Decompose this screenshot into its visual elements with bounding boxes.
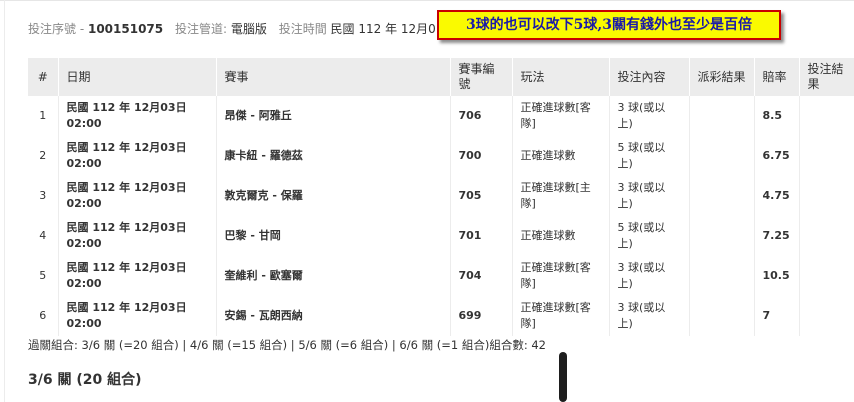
row-date: 民國 112 年 12月03日 xyxy=(66,181,187,194)
row-date: 民國 112 年 12月03日 xyxy=(66,261,187,274)
row-index: 1 xyxy=(28,96,59,136)
table-row: 2 民國 112 年 12月03日 02:00 康卡紐 - 羅德茲 700 正確進… xyxy=(28,136,854,176)
row-match-code: 701 xyxy=(450,216,513,256)
scrollbar-thumb[interactable] xyxy=(559,352,567,402)
table-header-row: # 日期 賽事 賽事編號 玩法 投注內容 派彩結果 賠率 投注結果 xyxy=(28,58,854,96)
row-bet-content: 3 球(或以上) xyxy=(609,96,690,136)
channel-label: 投注管道: xyxy=(174,22,228,36)
header-date: 日期 xyxy=(58,58,217,96)
row-odds: 10.5 xyxy=(754,256,800,296)
row-bet-content: 3 球(或以上) xyxy=(609,176,690,216)
row-index: 5 xyxy=(28,256,59,296)
table-row: 4 民國 112 年 12月03日 02:00 巴黎 - 甘岡 701 正確進球數… xyxy=(28,216,854,256)
annotation-note: 3球的也可以改下5球,3關有錢外也至少是百倍 xyxy=(437,10,781,40)
row-payout-result xyxy=(689,256,755,296)
parlay-summary: 過關組合: 3/6 關 (=20 組合) | 4/6 關 (=15 組合) | … xyxy=(28,338,546,352)
row-bet-result xyxy=(799,176,854,216)
row-play-type: 正確進球數[主隊] xyxy=(512,176,610,216)
row-play-type: 正確進球數 xyxy=(512,136,610,176)
row-bet-content: 5 球(或以上) xyxy=(609,136,690,176)
bet-info-bar: 投注序號 - 100151075 投注管道: 電腦版 投注時間 民國 112 年… xyxy=(28,20,455,37)
row-time: 02:00 xyxy=(66,197,102,210)
row-match-code: 699 xyxy=(450,296,513,336)
header-play-type: 玩法 xyxy=(512,58,610,96)
row-payout-result xyxy=(689,96,755,136)
row-bet-result xyxy=(799,136,854,176)
row-match: 奎維利 - 歐塞爾 xyxy=(216,256,451,296)
row-datetime: 民國 112 年 12月03日 02:00 xyxy=(58,296,217,336)
table-row: 1 民國 112 年 12月03日 02:00 昂傑 - 阿雅丘 706 正確進球… xyxy=(28,96,854,136)
row-time: 02:00 xyxy=(66,237,102,250)
header-index: # xyxy=(28,58,59,96)
row-play-type: 正確進球數[客隊] xyxy=(512,296,610,336)
row-bet-content: 5 球(或以上) xyxy=(609,216,690,256)
row-match-code: 704 xyxy=(450,256,513,296)
row-payout-result xyxy=(689,136,755,176)
header-bet-result: 投注結果 xyxy=(799,58,854,96)
row-datetime: 民國 112 年 12月03日 02:00 xyxy=(58,216,217,256)
top-divider xyxy=(0,0,854,1)
row-index: 4 xyxy=(28,216,59,256)
row-match: 巴黎 - 甘岡 xyxy=(216,216,451,256)
row-time: 02:00 xyxy=(66,317,102,330)
serial-value: 100151075 xyxy=(87,22,164,36)
header-odds: 賠率 xyxy=(754,58,800,96)
row-bet-result xyxy=(799,296,854,336)
time-label: 投注時間 xyxy=(278,22,327,36)
row-bet-result xyxy=(799,256,854,296)
header-match: 賽事 xyxy=(216,58,451,96)
row-index: 3 xyxy=(28,176,59,216)
section-title: 3/6 關 (20 組合) xyxy=(28,372,142,388)
serial-label: 投注序號 - xyxy=(28,22,85,36)
row-time: 02:00 xyxy=(66,277,102,290)
row-odds: 8.5 xyxy=(754,96,800,136)
row-datetime: 民國 112 年 12月03日 02:00 xyxy=(58,176,217,216)
table-row: 5 民國 112 年 12月03日 02:00 奎維利 - 歐塞爾 704 正確進… xyxy=(28,256,854,296)
row-match-code: 705 xyxy=(450,176,513,216)
row-index: 2 xyxy=(28,136,59,176)
row-time: 02:00 xyxy=(66,117,102,130)
row-bet-content: 3 球(或以上) xyxy=(609,256,690,296)
row-datetime: 民國 112 年 12月03日 02:00 xyxy=(58,136,217,176)
row-date: 民國 112 年 12月03日 xyxy=(66,301,187,314)
row-match: 康卡紐 - 羅德茲 xyxy=(216,136,451,176)
header-payout-result: 派彩結果 xyxy=(689,58,755,96)
row-date: 民國 112 年 12月03日 xyxy=(66,101,187,114)
row-play-type: 正確進球數[客隊] xyxy=(512,96,610,136)
row-datetime: 民國 112 年 12月03日 02:00 xyxy=(58,96,217,136)
row-match-code: 700 xyxy=(450,136,513,176)
left-divider xyxy=(4,0,5,402)
header-match-code: 賽事編號 xyxy=(450,58,513,96)
header-bet-content: 投注內容 xyxy=(609,58,690,96)
row-payout-result xyxy=(689,216,755,256)
row-odds: 6.75 xyxy=(754,136,800,176)
row-match-code: 706 xyxy=(450,96,513,136)
bet-detail-table: # 日期 賽事 賽事編號 玩法 投注內容 派彩結果 賠率 投注結果 1 民國 1… xyxy=(28,58,854,336)
row-match: 安錫 - 瓦朗西納 xyxy=(216,296,451,336)
row-odds: 7 xyxy=(754,296,800,336)
row-date: 民國 112 年 12月03日 xyxy=(66,221,187,234)
row-match: 昂傑 - 阿雅丘 xyxy=(216,96,451,136)
table-row: 3 民國 112 年 12月03日 02:00 敦克爾克 - 保羅 705 正確進… xyxy=(28,176,854,216)
row-payout-result xyxy=(689,296,755,336)
row-play-type: 正確進球數 xyxy=(512,216,610,256)
row-time: 02:00 xyxy=(66,157,102,170)
row-bet-result xyxy=(799,96,854,136)
row-payout-result xyxy=(689,176,755,216)
row-date: 民國 112 年 12月03日 xyxy=(66,141,187,154)
table-row: 6 民國 112 年 12月03日 02:00 安錫 - 瓦朗西納 699 正確進… xyxy=(28,296,854,336)
row-index: 6 xyxy=(28,296,59,336)
row-bet-content: 3 球(或以上) xyxy=(609,296,690,336)
row-datetime: 民國 112 年 12月03日 02:00 xyxy=(58,256,217,296)
row-match: 敦克爾克 - 保羅 xyxy=(216,176,451,216)
channel-value: 電腦版 xyxy=(230,22,267,36)
row-play-type: 正確進球數[客隊] xyxy=(512,256,610,296)
row-odds: 7.25 xyxy=(754,216,800,256)
row-odds: 4.75 xyxy=(754,176,800,216)
row-bet-result xyxy=(799,216,854,256)
